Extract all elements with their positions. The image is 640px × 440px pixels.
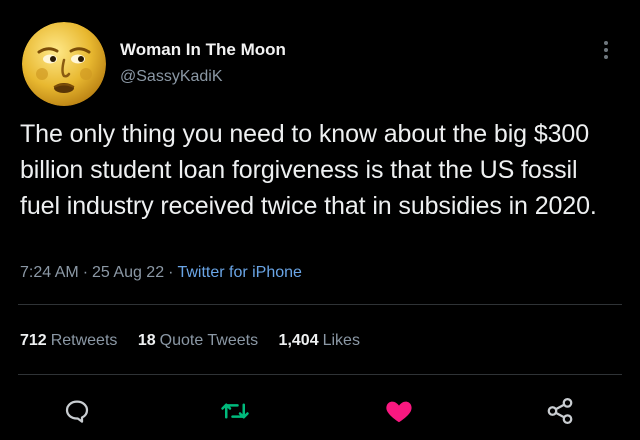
avatar[interactable] [22,22,106,106]
meta-separator: · [168,264,174,281]
quote-tweets-stat[interactable]: 18 Quote Tweets [138,332,258,349]
retweets-label: Retweets [50,332,118,349]
divider [18,304,622,305]
tweet-card: Woman In The Moon @SassyKadiK The only t… [0,0,640,440]
tweet-date[interactable]: 25 Aug 22 [92,264,164,281]
tweet-stats: 712 Retweets 18 Quote Tweets 1,404 Likes [20,332,376,350]
quote-tweets-label: Quote Tweets [159,332,259,349]
tweet-meta: 7:24 AM · 25 Aug 22 · Twitter for iPhone [20,264,302,282]
likes-count: 1,404 [278,332,319,349]
divider [18,374,622,375]
more-vertical-icon[interactable] [598,38,614,62]
tweet-time[interactable]: 7:24 AM [20,264,79,281]
tweet-source-link[interactable]: Twitter for iPhone [177,264,302,281]
tweet-text: The only thing you need to know about th… [20,120,597,220]
retweet-icon[interactable] [220,396,250,426]
likes-stat[interactable]: 1,404 Likes [279,332,360,349]
likes-label: Likes [322,332,360,349]
reply-icon[interactable] [62,396,92,426]
retweets-stat[interactable]: 712 Retweets [20,332,117,349]
moon-face-emoji-icon [22,22,106,106]
meta-separator: · [82,264,89,281]
author-display-name[interactable]: Woman In The Moon [120,40,286,60]
author-handle[interactable]: @SassyKadiK [120,68,223,86]
share-icon[interactable] [545,396,575,426]
quote-tweets-count: 18 [137,332,156,349]
heart-icon[interactable] [384,396,414,426]
retweets-count: 712 [20,332,47,349]
